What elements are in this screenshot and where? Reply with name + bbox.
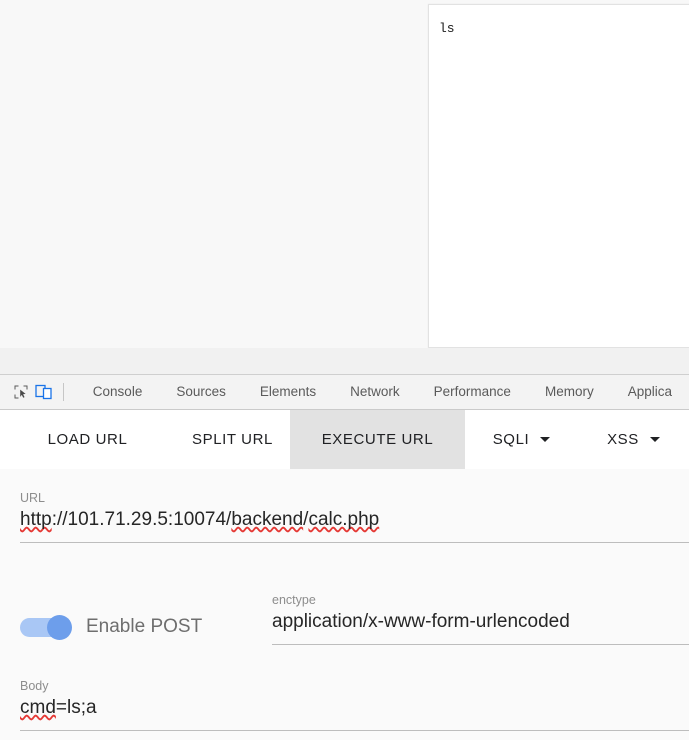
url-part-dir: backend xyxy=(231,509,304,530)
url-label: URL xyxy=(20,491,46,505)
devtools-tab-application[interactable]: Applica xyxy=(611,375,689,409)
enctype-underline xyxy=(272,644,689,645)
post-row: Enable POST enctype application/x-www-fo… xyxy=(0,589,689,661)
devtools-tab-elements[interactable]: Elements xyxy=(243,375,333,409)
hackbar-tab-sqli[interactable]: SQLI xyxy=(465,410,578,469)
hackbar-tab-load-url[interactable]: LOAD URL xyxy=(0,410,175,469)
chevron-down-icon xyxy=(649,437,660,442)
command-output-panel[interactable]: ls xyxy=(428,4,689,348)
hackbar-tab-execute-url-label: EXECUTE URL xyxy=(321,431,434,448)
hackbar-tab-execute-url[interactable]: EXECUTE URL xyxy=(290,410,465,469)
devtools-tab-sources[interactable]: Sources xyxy=(159,375,243,409)
body-input[interactable]: cmd=ls;a xyxy=(20,693,689,723)
hackbar-tab-row: LOAD URL SPLIT URL EXECUTE URL SQLI XSS xyxy=(0,410,689,469)
page-bottom-strip xyxy=(0,348,689,374)
url-part-file: calc.php xyxy=(308,509,380,530)
devtools-tab-console[interactable]: Console xyxy=(76,375,160,409)
devtools-tab-memory[interactable]: Memory xyxy=(528,375,611,409)
enctype-label: enctype xyxy=(272,593,316,607)
hackbar-tab-split-url-label: SPLIT URL xyxy=(192,431,273,448)
toggle-track xyxy=(20,614,72,640)
body-field-group: Body cmd=ls;a xyxy=(20,679,689,731)
url-input[interactable]: http://101.71.29.5:10074/backend/calc.ph… xyxy=(20,505,689,535)
devtools-tab-network[interactable]: Network xyxy=(333,375,417,409)
devtools-tab-performance[interactable]: Performance xyxy=(417,375,528,409)
devtools-tab-bar: Console Sources Elements Network Perform… xyxy=(0,374,689,410)
body-part-key: cmd xyxy=(20,697,56,718)
url-part-host: ://101.71.29.5:10074/ xyxy=(51,509,232,530)
hackbar-tab-xss-label: XSS xyxy=(607,431,639,448)
command-output-text: ls xyxy=(439,21,455,36)
page-content-area: ls xyxy=(0,0,689,374)
toggle-knob xyxy=(47,614,72,640)
body-part-value: =ls;a xyxy=(55,697,97,718)
toolbar-divider xyxy=(63,383,64,401)
hackbar-form: URL http://101.71.29.5:10074/backend/cal… xyxy=(0,469,689,740)
hackbar-tab-xss[interactable]: XSS xyxy=(578,410,689,469)
device-toolbar-icon[interactable] xyxy=(33,379,56,405)
url-field-group: URL http://101.71.29.5:10074/backend/cal… xyxy=(20,491,689,543)
inspect-element-icon[interactable] xyxy=(10,379,33,405)
hackbar-tab-split-url[interactable]: SPLIT URL xyxy=(175,410,290,469)
enctype-field-group: enctype application/x-www-form-urlencode… xyxy=(272,593,689,645)
url-part-scheme: http xyxy=(20,509,52,530)
hackbar-tab-sqli-label: SQLI xyxy=(492,431,530,448)
enable-post-label: Enable POST xyxy=(86,616,203,637)
body-label: Body xyxy=(20,679,49,693)
enable-post-toggle[interactable]: Enable POST xyxy=(20,614,203,640)
enctype-input[interactable]: application/x-www-form-urlencoded xyxy=(272,607,689,637)
url-underline xyxy=(20,542,689,543)
hackbar-tab-load-url-label: LOAD URL xyxy=(47,431,128,448)
body-underline xyxy=(20,730,689,731)
chevron-down-icon xyxy=(540,437,551,442)
